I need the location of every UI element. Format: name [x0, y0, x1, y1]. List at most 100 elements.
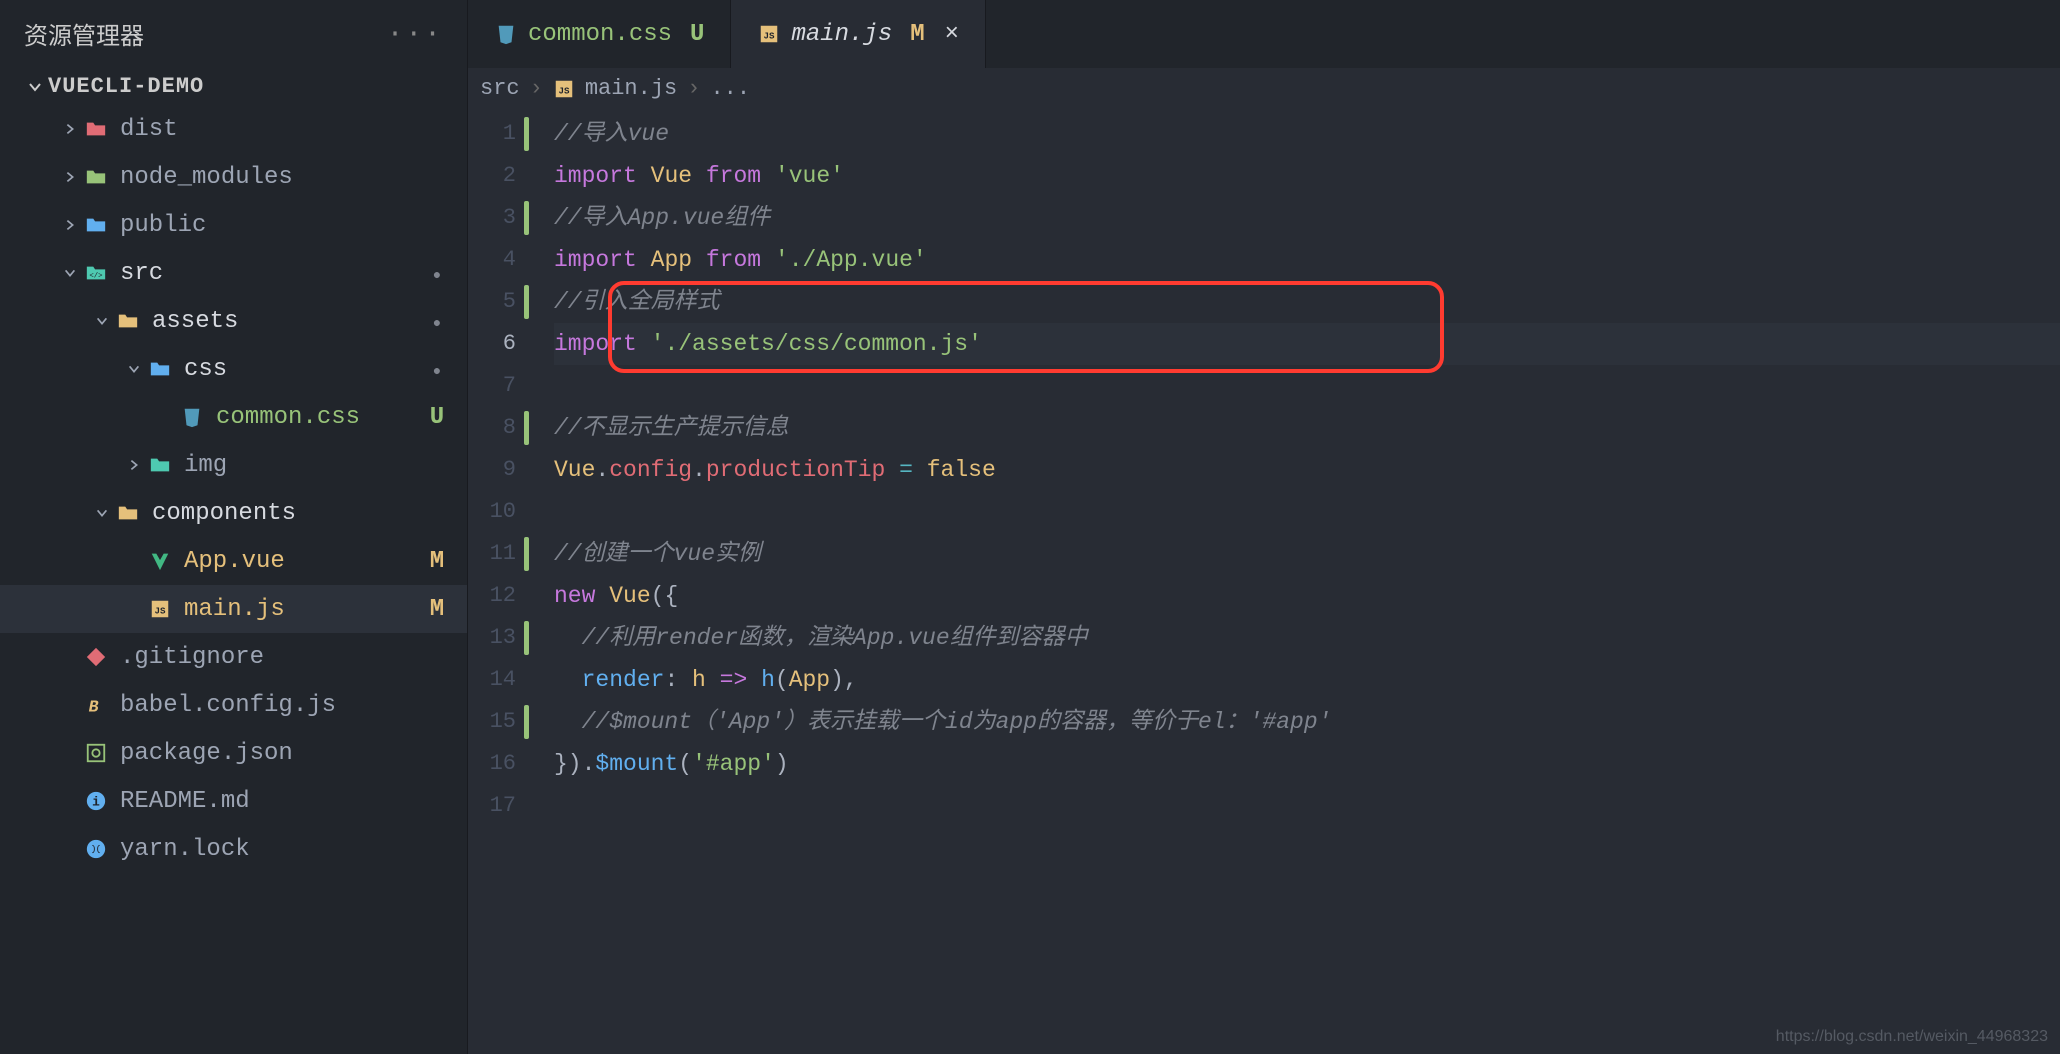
- code-line-10: [554, 491, 2060, 533]
- modified-dot-icon: [425, 260, 449, 287]
- tab-git-status: U: [690, 21, 704, 48]
- code-line-8: //不显示生产提示信息: [554, 407, 2060, 449]
- git-status-untracked: U: [425, 404, 449, 431]
- tree-item-label: package.json: [120, 740, 425, 767]
- folder-green-icon: [82, 166, 110, 188]
- chevron-right-icon: [58, 170, 82, 184]
- chevron-right-icon: [58, 122, 82, 136]
- file-tree: distnode_modulespublic</>srcassetscsscom…: [0, 105, 467, 873]
- tree-item-label: assets: [152, 308, 425, 335]
- editor: common.cssUJSmain.jsM× src › JS main.js …: [468, 0, 2060, 1054]
- tree-item-label: node_modules: [120, 164, 425, 191]
- tree-item-label: README.md: [120, 788, 425, 815]
- code-line-12: new Vue({: [554, 575, 2060, 617]
- git-gutter-mark: [524, 785, 534, 827]
- tree-item-label: yarn.lock: [120, 836, 425, 863]
- code-area[interactable]: 1234567891011121314151617 //导入vueimport …: [468, 109, 2060, 1054]
- sidebar-header: 资源管理器 ···: [0, 0, 467, 68]
- tree-item-readme-md[interactable]: i README.md: [0, 777, 467, 825]
- project-section-header[interactable]: VUECLI-DEMO: [0, 68, 467, 105]
- line-number: 14: [490, 659, 524, 701]
- line-number: 9: [503, 449, 524, 491]
- tree-item-components[interactable]: components: [0, 489, 467, 537]
- git-gutter-mark: [524, 155, 534, 197]
- tree-item-public[interactable]: public: [0, 201, 467, 249]
- css-file-icon: [178, 406, 206, 428]
- line-number: 15: [490, 701, 524, 743]
- tree-item-src[interactable]: </>src: [0, 249, 467, 297]
- code-line-7: [554, 365, 2060, 407]
- svg-text:JS: JS: [764, 31, 775, 42]
- code-line-9: Vue.config.productionTip = false: [554, 449, 2060, 491]
- tree-item-babel-config-js[interactable]: Bbabel.config.js: [0, 681, 467, 729]
- tree-item-img[interactable]: img: [0, 441, 467, 489]
- code-content[interactable]: //导入vueimport Vue from 'vue'//导入App.vue组…: [534, 109, 2060, 1054]
- code-line-15: //$mount（'App'）表示挂载一个id为app的容器，等价于el：'#a…: [554, 701, 2060, 743]
- git-gutter-mark: [524, 533, 534, 575]
- js-icon: JS: [553, 78, 575, 100]
- line-gutter: 1234567891011121314151617: [468, 109, 524, 1054]
- chevron-down-icon: [90, 314, 114, 328]
- folder-components-icon: [114, 502, 142, 524]
- git-gutter-mark: [524, 575, 534, 617]
- git-status-modified: M: [425, 596, 449, 623]
- line-number: 2: [503, 155, 524, 197]
- tree-item-node-modules[interactable]: node_modules: [0, 153, 467, 201]
- code-line-5: //引入全局样式: [554, 281, 2060, 323]
- tree-item-app-vue[interactable]: App.vueM: [0, 537, 467, 585]
- chevron-right-icon: ›: [530, 76, 543, 101]
- breadcrumb-tail: ...: [710, 76, 750, 101]
- git-gutter-mark: [524, 617, 534, 659]
- tree-item-common-css[interactable]: common.cssU: [0, 393, 467, 441]
- git-gutter-mark: [524, 281, 534, 323]
- code-line-4: import App from './App.vue': [554, 239, 2060, 281]
- git-gutter-mark: [524, 449, 534, 491]
- tree-item-package-json[interactable]: package.json: [0, 729, 467, 777]
- js-file-icon: JS: [757, 23, 781, 45]
- line-number: 7: [503, 365, 524, 407]
- folder-src-icon: </>: [82, 262, 110, 284]
- tab-git-status: M: [910, 21, 924, 48]
- code-line-3: //导入App.vue组件: [554, 197, 2060, 239]
- line-number: 6: [503, 323, 524, 365]
- line-number: 13: [490, 617, 524, 659]
- breadcrumb[interactable]: src › JS main.js › ...: [468, 68, 2060, 109]
- tab-common-css[interactable]: common.cssU: [468, 0, 731, 68]
- breadcrumb-src: src: [480, 76, 520, 101]
- tree-item-dist[interactable]: dist: [0, 105, 467, 153]
- tree-item-css[interactable]: css: [0, 345, 467, 393]
- git-gutter-mark: [524, 365, 534, 407]
- tree-item-yarn-lock[interactable]: yarn.lock: [0, 825, 467, 873]
- tree-item-label: .gitignore: [120, 644, 425, 671]
- line-number: 17: [490, 785, 524, 827]
- css-file-icon: [494, 23, 518, 45]
- code-line-14: render: h => h(App),: [554, 659, 2060, 701]
- project-name: VUECLI-DEMO: [48, 74, 204, 99]
- tree-item--gitignore[interactable]: .gitignore: [0, 633, 467, 681]
- line-number: 16: [490, 743, 524, 785]
- chevron-right-icon: [58, 218, 82, 232]
- tree-item-assets[interactable]: assets: [0, 297, 467, 345]
- line-number: 4: [503, 239, 524, 281]
- vue-file-icon: [146, 550, 174, 572]
- git-gutter-mark: [524, 701, 534, 743]
- line-number: 12: [490, 575, 524, 617]
- close-icon[interactable]: ×: [945, 21, 959, 48]
- folder-css-icon: [146, 358, 174, 380]
- svg-text:JS: JS: [558, 85, 569, 96]
- tree-item-label: App.vue: [184, 548, 425, 575]
- tree-item-label: common.css: [216, 404, 425, 431]
- tab-main-js[interactable]: JSmain.jsM×: [731, 0, 986, 68]
- tree-item-main-js[interactable]: JSmain.jsM: [0, 585, 467, 633]
- chevron-right-icon: [122, 458, 146, 472]
- tree-item-label: img: [184, 452, 425, 479]
- tree-item-label: dist: [120, 116, 425, 143]
- more-icon[interactable]: ···: [387, 19, 443, 50]
- folder-red-icon: [82, 118, 110, 140]
- modified-dot-icon: [425, 356, 449, 383]
- code-line-2: import Vue from 'vue': [554, 155, 2060, 197]
- svg-text:i: i: [92, 795, 100, 810]
- line-number: 3: [503, 197, 524, 239]
- chevron-down-icon: [22, 79, 48, 95]
- line-number: 8: [503, 407, 524, 449]
